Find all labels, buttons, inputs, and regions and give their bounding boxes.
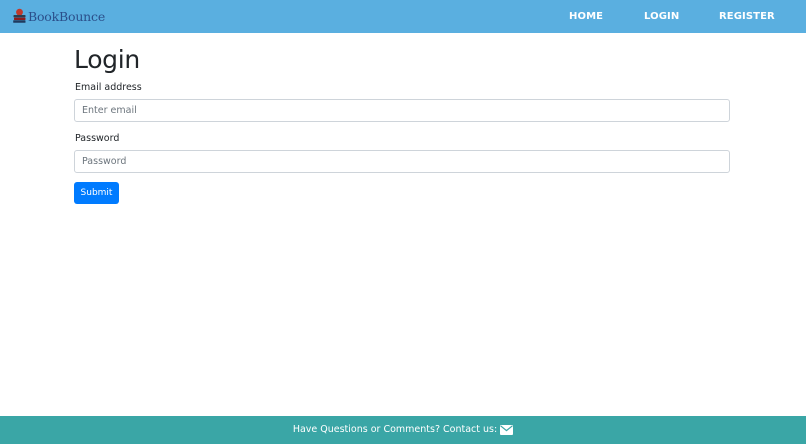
navbar: BookBounce HOME LOGIN REGISTER <box>0 0 806 33</box>
email-label: Email address <box>75 82 142 93</box>
brand-name: BookBounce <box>28 8 106 24</box>
page-title: Login <box>74 45 140 74</box>
nav-home-link[interactable]: HOME <box>569 10 603 24</box>
nav-register-link[interactable]: REGISTER <box>719 10 775 24</box>
submit-button[interactable]: Submit <box>74 182 119 204</box>
password-label: Password <box>75 133 120 144</box>
brand-link[interactable]: BookBounce <box>12 5 105 27</box>
footer-contact-text: Have Questions or Comments? Contact us: <box>292 424 498 435</box>
book-logo-icon <box>13 8 26 23</box>
envelope-icon[interactable] <box>500 425 514 435</box>
footer: Have Questions or Comments? Contact us: <box>0 416 806 444</box>
nav-login-link[interactable]: LOGIN <box>644 10 679 24</box>
password-field[interactable] <box>74 150 730 173</box>
email-field[interactable] <box>74 99 730 122</box>
